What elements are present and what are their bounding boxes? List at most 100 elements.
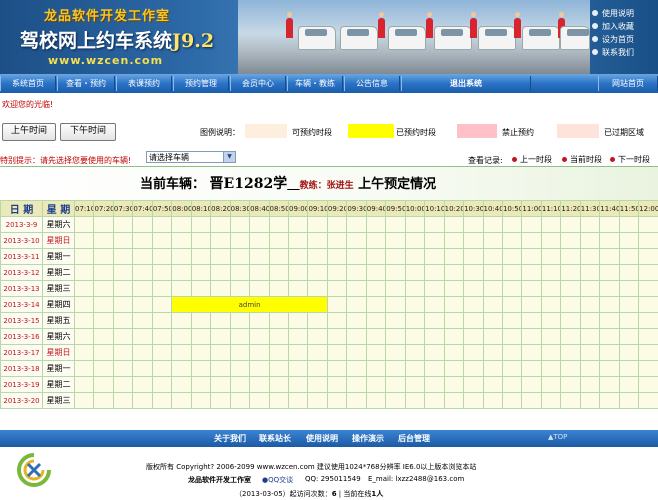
time-slot[interactable] (229, 216, 251, 233)
time-slot[interactable] (112, 376, 134, 393)
time-slot[interactable] (93, 296, 114, 313)
time-slot[interactable] (463, 344, 484, 361)
time-slot[interactable] (229, 344, 251, 361)
time-slot[interactable] (171, 376, 192, 393)
time-slot[interactable] (540, 296, 562, 313)
time-slot[interactable] (579, 280, 601, 297)
time-slot[interactable] (132, 328, 153, 345)
time-slot[interactable] (579, 360, 601, 377)
time-slot[interactable] (73, 344, 95, 361)
time-slot[interactable] (249, 312, 270, 329)
time-slot[interactable] (540, 360, 562, 377)
time-slot[interactable] (229, 312, 251, 329)
time-slot[interactable] (404, 280, 426, 297)
time-slot[interactable] (307, 360, 328, 377)
time-slot[interactable] (190, 376, 212, 393)
time-slot[interactable] (463, 376, 484, 393)
time-slot[interactable] (287, 248, 309, 265)
time-slot[interactable] (560, 392, 581, 409)
booked-slot[interactable]: admin (171, 296, 328, 313)
time-slot[interactable] (424, 376, 445, 393)
time-slot[interactable] (132, 360, 153, 377)
time-slot[interactable] (93, 360, 114, 377)
time-slot[interactable] (463, 312, 484, 329)
time-slot[interactable] (210, 328, 231, 345)
time-slot[interactable] (385, 232, 406, 249)
time-slot[interactable] (385, 360, 406, 377)
time-slot[interactable] (521, 328, 542, 345)
help-link[interactable]: 使用说明 (590, 7, 658, 20)
time-slot[interactable] (579, 248, 601, 265)
time-slot[interactable] (73, 360, 95, 377)
time-slot[interactable] (190, 216, 212, 233)
time-slot[interactable] (579, 216, 601, 233)
time-slot[interactable] (365, 312, 387, 329)
time-slot[interactable] (210, 312, 231, 329)
time-slot[interactable] (171, 344, 192, 361)
time-slot[interactable] (579, 312, 601, 329)
time-slot[interactable] (171, 248, 192, 265)
time-slot[interactable] (151, 360, 173, 377)
time-slot[interactable] (501, 360, 523, 377)
time-slot[interactable] (229, 392, 251, 409)
time-slot[interactable] (385, 344, 406, 361)
time-slot[interactable] (404, 344, 426, 361)
time-slot[interactable] (346, 376, 367, 393)
time-slot[interactable] (249, 264, 270, 281)
time-slot[interactable] (132, 232, 153, 249)
time-slot[interactable] (268, 248, 289, 265)
time-slot[interactable] (210, 376, 231, 393)
time-slot[interactable] (346, 232, 367, 249)
time-slot[interactable] (326, 312, 348, 329)
time-slot[interactable] (346, 360, 367, 377)
time-slot[interactable] (287, 280, 309, 297)
time-slot[interactable] (521, 280, 542, 297)
next-period-link[interactable]: 下一时段 (610, 154, 650, 165)
time-slot[interactable] (268, 312, 289, 329)
time-slot[interactable] (560, 216, 581, 233)
time-slot[interactable] (365, 344, 387, 361)
time-slot[interactable] (579, 392, 601, 409)
time-slot[interactable] (112, 392, 134, 409)
time-slot[interactable] (501, 264, 523, 281)
time-slot[interactable] (404, 376, 426, 393)
time-slot[interactable] (443, 248, 465, 265)
time-slot[interactable] (443, 344, 465, 361)
time-slot[interactable] (112, 280, 134, 297)
time-slot[interactable] (73, 248, 95, 265)
time-slot[interactable] (482, 376, 503, 393)
time-slot[interactable] (93, 248, 114, 265)
time-slot[interactable] (190, 360, 212, 377)
time-slot[interactable] (443, 376, 465, 393)
time-slot[interactable] (463, 392, 484, 409)
time-slot[interactable] (599, 312, 620, 329)
time-slot[interactable] (638, 264, 658, 281)
time-slot[interactable] (385, 248, 406, 265)
time-slot[interactable] (443, 264, 465, 281)
time-slot[interactable] (638, 296, 658, 313)
time-slot[interactable] (287, 328, 309, 345)
time-slot[interactable] (424, 280, 445, 297)
time-slot[interactable] (599, 344, 620, 361)
time-slot[interactable] (132, 312, 153, 329)
time-slot[interactable] (482, 216, 503, 233)
time-slot[interactable] (93, 328, 114, 345)
time-slot[interactable] (190, 392, 212, 409)
time-slot[interactable] (521, 344, 542, 361)
time-slot[interactable] (326, 376, 348, 393)
time-slot[interactable] (618, 360, 640, 377)
afternoon-time-button[interactable]: 下午时间 (60, 123, 116, 141)
time-slot[interactable] (501, 216, 523, 233)
favorite-link[interactable]: 加入收藏 (590, 20, 658, 33)
time-slot[interactable] (249, 328, 270, 345)
time-slot[interactable] (249, 280, 270, 297)
time-slot[interactable] (365, 248, 387, 265)
time-slot[interactable] (501, 392, 523, 409)
time-slot[interactable] (618, 216, 640, 233)
time-slot[interactable] (424, 392, 445, 409)
time-slot[interactable] (579, 344, 601, 361)
time-slot[interactable] (463, 296, 484, 313)
time-slot[interactable] (618, 328, 640, 345)
time-slot[interactable] (112, 248, 134, 265)
time-slot[interactable] (501, 328, 523, 345)
